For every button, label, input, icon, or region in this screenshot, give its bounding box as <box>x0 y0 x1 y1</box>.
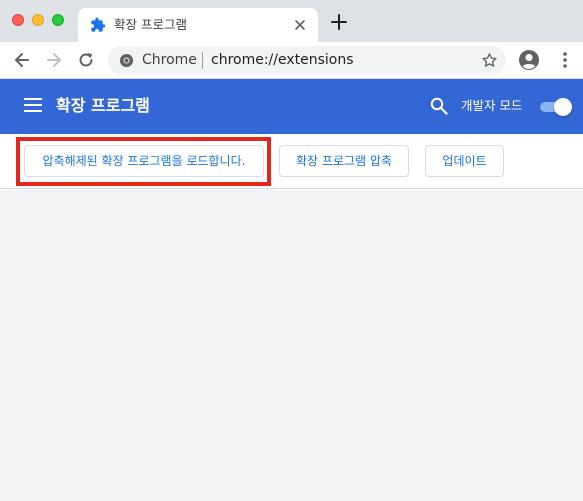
tab-extensions[interactable]: 확장 프로그램 <box>78 8 318 42</box>
puzzle-icon <box>91 17 106 32</box>
page-title: 확장 프로그램 <box>56 96 150 115</box>
load-unpacked-button[interactable]: 압축해제된 확장 프로그램을 로드합니다. <box>24 145 264 177</box>
extensions-header: 확장 프로그램 개발자 모드 <box>0 79 583 134</box>
tab-title: 확장 프로그램 <box>114 17 187 32</box>
bookmark-star-icon[interactable] <box>481 52 498 69</box>
toggle-knob <box>554 98 572 116</box>
reload-icon[interactable] <box>76 50 96 70</box>
close-window-button[interactable] <box>12 14 24 26</box>
address-bar[interactable]: Chrome chrome://extensions <box>108 46 506 75</box>
omnibox-url[interactable]: chrome://extensions <box>211 51 354 70</box>
chrome-logo-icon <box>119 53 134 68</box>
action-bar: 압축해제된 확장 프로그램을 로드합니다. 확장 프로그램 압축 업데이트 <box>0 134 583 189</box>
profile-avatar-icon[interactable] <box>518 49 540 71</box>
maximize-window-button[interactable] <box>52 14 64 26</box>
search-icon[interactable] <box>430 97 448 115</box>
tab-strip: 확장 프로그램 <box>0 0 583 42</box>
omnibox-origin-label: Chrome <box>142 52 197 68</box>
omnibox-divider <box>202 52 203 69</box>
developer-mode-toggle[interactable] <box>540 98 572 116</box>
forward-arrow-icon[interactable] <box>44 50 64 70</box>
update-button[interactable]: 업데이트 <box>425 145 504 177</box>
hamburger-menu-icon[interactable] <box>24 98 42 112</box>
new-tab-icon[interactable] <box>330 13 348 31</box>
close-tab-icon[interactable] <box>292 17 308 33</box>
pack-extension-button[interactable]: 확장 프로그램 압축 <box>279 145 409 177</box>
extensions-content-area <box>0 190 583 501</box>
more-menu-icon[interactable] <box>555 50 575 70</box>
minimize-window-button[interactable] <box>32 14 44 26</box>
developer-mode-label: 개발자 모드 <box>461 98 523 113</box>
browser-toolbar: Chrome chrome://extensions <box>0 42 583 79</box>
back-arrow-icon[interactable] <box>12 50 32 70</box>
